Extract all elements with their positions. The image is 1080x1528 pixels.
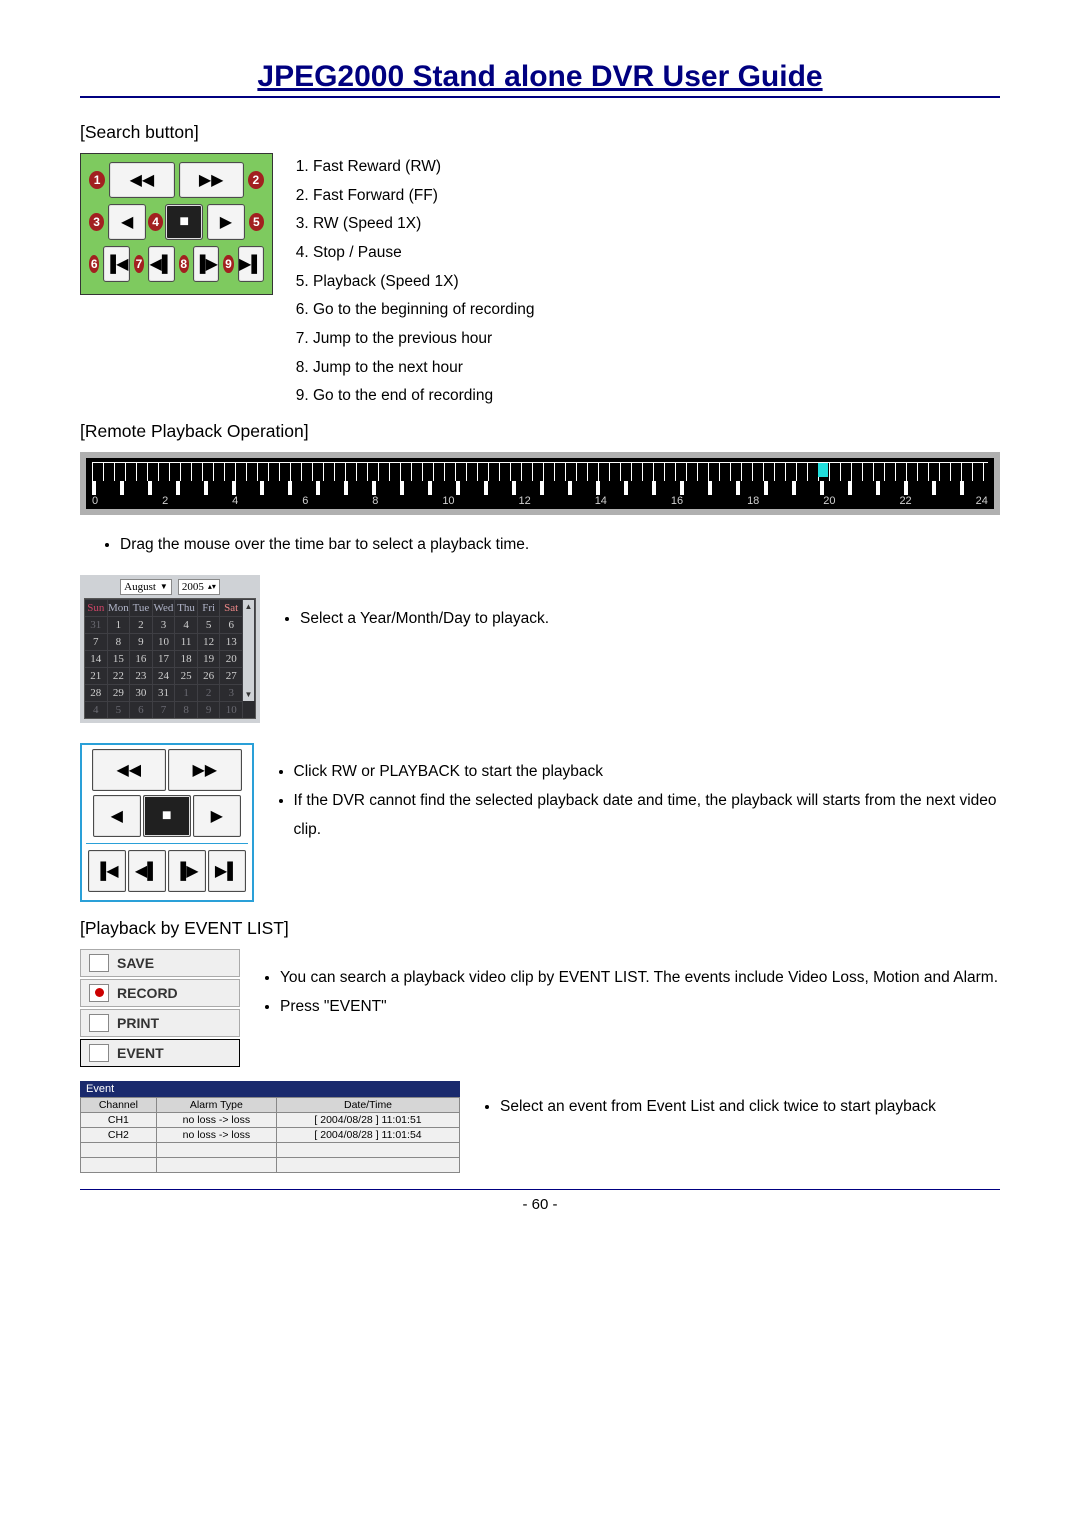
playback-button[interactable]: ▶ xyxy=(207,204,245,240)
next-hour-button[interactable]: ▐▶ xyxy=(168,850,206,892)
section-search-button: [Search button] xyxy=(80,122,1000,143)
time-bar[interactable]: 0 2 4 6 8 10 12 14 16 18 20 22 24 xyxy=(80,452,1000,515)
goto-end-button[interactable]: ▶▌ xyxy=(208,850,246,892)
legend-item: Stop / Pause xyxy=(313,239,534,268)
fast-forward-button[interactable]: ▶▶ xyxy=(168,749,242,791)
page-number: - 60 - xyxy=(80,1196,1000,1213)
callout-7: 7 xyxy=(134,255,144,273)
event-button[interactable]: EVENT xyxy=(80,1039,240,1067)
printer-icon xyxy=(89,1014,109,1032)
floppy-icon xyxy=(89,954,109,972)
record-icon xyxy=(89,984,109,1002)
goto-begin-button[interactable]: ▐◀ xyxy=(103,246,129,282)
month-select[interactable]: August▼ xyxy=(120,579,172,595)
next-hour-button[interactable]: ▐▶ xyxy=(193,246,219,282)
legend-item: Playback (Speed 1X) xyxy=(313,268,534,297)
rw-button[interactable]: ◀ xyxy=(108,204,146,240)
stop-pause-button[interactable]: ■ xyxy=(165,204,203,240)
prev-hour-button[interactable]: ◀▌ xyxy=(148,246,174,282)
spinner-icon: ▴▾ xyxy=(208,582,216,591)
callout-8: 8 xyxy=(179,255,189,273)
event-list-notes: You can search a playback video clip by … xyxy=(260,964,998,1021)
table-row[interactable]: CH2no loss -> loss[ 2004/08/28 ] 11:01:5… xyxy=(81,1127,460,1142)
fast-forward-button[interactable]: ▶▶ xyxy=(179,162,244,198)
list-item: Press "EVENT" xyxy=(280,993,998,1022)
calendar-note: Select a Year/Month/Day to playack. xyxy=(280,605,549,634)
section-remote-playback: [Remote Playback Operation] xyxy=(80,421,1000,442)
callout-9: 9 xyxy=(223,255,233,273)
table-row[interactable]: CH1no loss -> loss[ 2004/08/28 ] 11:01:5… xyxy=(81,1112,460,1127)
print-button[interactable]: PRINT xyxy=(80,1009,240,1037)
legend-item: Go to the beginning of recording xyxy=(313,296,534,325)
list-item: Drag the mouse over the time bar to sele… xyxy=(120,531,1000,560)
prev-hour-button[interactable]: ◀▌ xyxy=(128,850,166,892)
col-datetime: Date/Time xyxy=(277,1097,460,1112)
callout-5: 5 xyxy=(249,213,264,231)
search-button-legend: Fast Reward (RW) Fast Forward (FF) RW (S… xyxy=(293,153,534,411)
page-title: JPEG2000 Stand alone DVR User Guide xyxy=(80,60,1000,98)
legend-item: Jump to the previous hour xyxy=(313,325,534,354)
rw-button[interactable]: ◀ xyxy=(93,795,141,837)
event-window: Event Channel Alarm Type Date/Time CH1no… xyxy=(80,1081,460,1173)
legend-item: Jump to the next hour xyxy=(313,354,534,383)
calendar[interactable]: August▼ 2005▴▾ Sun Mon Tue Wed Thu Fri S… xyxy=(80,575,260,723)
col-channel: Channel xyxy=(81,1097,157,1112)
time-bar-labels: 0 2 4 6 8 10 12 14 16 18 20 22 24 xyxy=(92,495,988,507)
playback-button[interactable]: ▶ xyxy=(193,795,241,837)
callout-1: 1 xyxy=(89,171,105,189)
fast-rewind-button[interactable]: ◀◀ xyxy=(109,162,174,198)
list-item: Click RW or PLAYBACK to start the playba… xyxy=(294,758,1001,787)
section-event-list: [Playback by EVENT LIST] xyxy=(80,918,1000,939)
record-button[interactable]: RECORD xyxy=(80,979,240,1007)
list-item: If the DVR cannot find the selected play… xyxy=(294,787,1001,844)
table-row xyxy=(81,1142,460,1157)
save-button[interactable]: SAVE xyxy=(80,949,240,977)
calendar-grid: Sun Mon Tue Wed Thu Fri Sat ▲▼ 31123456 … xyxy=(84,598,256,719)
calendar-scrollbar[interactable]: ▲▼ xyxy=(243,599,255,701)
menu-button-list: SAVE RECORD PRINT EVENT xyxy=(80,949,240,1069)
event-table-note: Select an event from Event List and clic… xyxy=(480,1093,936,1122)
footer-separator xyxy=(80,1189,1000,1190)
callout-4: 4 xyxy=(148,213,163,231)
goto-begin-button[interactable]: ▐◀ xyxy=(88,850,126,892)
legend-item: RW (Speed 1X) xyxy=(313,210,534,239)
col-alarm-type: Alarm Type xyxy=(156,1097,276,1112)
legend-item: Fast Forward (FF) xyxy=(313,182,534,211)
event-table: Channel Alarm Type Date/Time CH1no loss … xyxy=(80,1097,460,1173)
callout-2: 2 xyxy=(248,171,264,189)
event-window-title: Event xyxy=(80,1081,460,1097)
chevron-down-icon: ▼ xyxy=(160,582,168,591)
goto-end-button[interactable]: ▶▌ xyxy=(238,246,264,282)
list-item: Select a Year/Month/Day to playack. xyxy=(300,605,549,634)
legend-item: Fast Reward (RW) xyxy=(313,153,534,182)
playback-panel-labeled: 1 ◀◀ ▶▶ 2 3 ◀ 4 ■ ▶ 5 6 ▐◀ 7 ◀▌ 8 ▐▶ 9 xyxy=(80,153,273,295)
legend-item: Go to the end of recording xyxy=(313,382,534,411)
playback-panel-small: ◀◀ ▶▶ ◀ ■ ▶ ▐◀ ◀▌ ▐▶ ▶▌ xyxy=(80,743,254,902)
list-icon xyxy=(89,1044,109,1062)
list-item: Select an event from Event List and clic… xyxy=(500,1093,936,1122)
table-row xyxy=(81,1157,460,1172)
list-item: You can search a playback video clip by … xyxy=(280,964,998,993)
time-bar-note: Drag the mouse over the time bar to sele… xyxy=(80,531,1000,560)
stop-pause-button[interactable]: ■ xyxy=(143,795,191,837)
fast-rewind-button[interactable]: ◀◀ xyxy=(92,749,166,791)
callout-3: 3 xyxy=(89,213,104,231)
callout-6: 6 xyxy=(89,255,99,273)
year-select[interactable]: 2005▴▾ xyxy=(178,579,220,595)
playback-notes: Click RW or PLAYBACK to start the playba… xyxy=(274,758,1001,844)
